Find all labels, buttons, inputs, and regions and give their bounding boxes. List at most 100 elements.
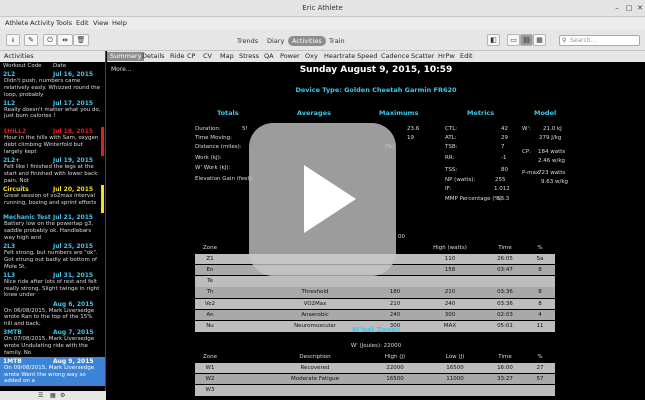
activity-list-item[interactable]: Mechanic Test Jul 21, 2015 Battery low on … [0,213,105,242]
close-icon[interactable]: ✕ [635,3,645,13]
activity-notes: Great session of vo2max interval running… [4,192,97,206]
sidebar-toggle-button[interactable]: ◧ [487,34,500,46]
model-value: 184 watts [538,149,566,155]
activity-list-item[interactable]: 2L2 Jul 16, 2015 Didn't push, numbers came… [0,70,105,99]
split-button[interactable]: ⇹ [57,34,73,46]
col-date[interactable]: Date [53,62,66,70]
model-label: CP: [522,149,532,155]
activity-list-item[interactable]: 2L3 Jul 25, 2015 Felt strong, but numbers … [0,242,105,271]
activity-color-bar [101,184,104,214]
download-button[interactable]: ⭳ [6,34,20,46]
maximums-heading: Maximums [379,109,419,117]
activity-list-item[interactable]: 1HILL2 Jul 18, 2015 Hour in the hills with… [0,127,105,157]
search-input[interactable]: ⚲ Search... [559,35,640,46]
col-time: Time [498,245,512,251]
menu-edit[interactable]: Edit [76,19,89,27]
activity-list-item[interactable]: 1MTB Aug 9, 2015 On 09/08/2015, Mark Liver… [0,356,105,386]
totals-label: Distance (miles): [195,144,242,150]
tab-oxy[interactable]: Oxy [305,52,318,61]
model-value: 9.63 w/kg [541,179,569,185]
activity-date: Aug 6, 2015 [53,300,94,308]
activity-list-item[interactable]: 3MTB Aug 7, 2015 On 07/08/2015, Mark Liver… [0,328,105,357]
zone-cell-low: 240 [389,311,401,318]
tab-details[interactable]: Details [142,52,165,61]
col-low-j: Low (J) [445,354,465,360]
metric-label: IF: [445,186,452,192]
tab-summary[interactable]: Summary [107,52,145,61]
activity-list-item[interactable]: Circuits Jul 20, 2015 Great session of vo2… [0,184,105,214]
tab-layout-button[interactable]: ▤ [520,34,533,46]
tab-speed[interactable]: Speed [357,52,377,61]
device-type: Device Type: Golden Cheetah Garmin FR620 [295,86,457,94]
tab-map[interactable]: Map [220,52,234,61]
activity-workout-code: Circuits [3,185,29,193]
tab-cp[interactable]: CP [187,52,195,61]
toolbar: ⭳ ✎ ⏻ ⇹ 🗑 Trends Diary Activities Train … [0,29,645,51]
model-heading: Model [534,109,557,117]
maximize-icon[interactable]: □ [624,3,634,13]
metric-value: 53.3 [497,196,510,202]
activity-list-item[interactable]: 1L2 Jul 17, 2015 Really doesn't matter wha… [0,99,105,128]
view-tab-activities[interactable]: Activities [288,36,326,46]
minimize-icon[interactable]: – [612,3,622,13]
averages-heading: Averages [297,109,331,117]
activity-date: Jul 16, 2015 [53,71,94,78]
menu-activity[interactable]: Activity [30,19,54,27]
activity-notes: Really doesn't matter what you do, just … [4,106,101,120]
zone-cell-high: 158 [444,266,456,273]
metrics-heading: Metrics [467,109,495,117]
tab-cv[interactable]: CV [203,52,212,61]
totals-label: W' Work (kJ): [195,165,231,171]
col-zone: Zone [202,354,217,360]
activity-workout-code: 1L3 [3,271,16,279]
activity-list-item[interactable]: 2L2+ Jul 19, 2015 Felt like I finished the… [0,156,105,185]
import-button[interactable]: ✎ [24,34,38,46]
tab-qa[interactable]: QA [264,52,274,61]
tab-hrpw[interactable]: HrPw [438,52,455,61]
menu-view[interactable]: View [93,19,108,27]
zone-cell-zone: Te [207,278,213,285]
activity-workout-code: 2L3 [3,243,16,251]
activity-workout-code: 1L2 [3,99,16,107]
view-tab-diary[interactable]: Diary [267,36,284,46]
wbal-w-prime: W' (Joules): 22000 [350,343,402,349]
model-label: W': [522,126,531,132]
zone-cell-zone: Z1 [206,255,214,262]
delete-button[interactable]: 🗑 [73,34,89,46]
view-tab-trends[interactable]: Trends [237,36,258,46]
tab-stress[interactable]: Stress [239,52,259,61]
layout-icon: ▭ [510,36,517,44]
power-button[interactable]: ⏻ [43,34,57,46]
menu-tools[interactable]: Tools [56,19,72,27]
settings-icon[interactable]: ⚙ [60,392,65,399]
zone-row: Vo2 VO2Max 210 240 03:36 8 [195,298,555,310]
col-high: High (watts) [433,245,467,251]
wbal-zones-heading: W'bal Zones [351,326,401,334]
activity-list-item[interactable]: 1L3 Jul 31, 2015 Nice ride after lots of r… [0,271,105,300]
wbal-zones-header: Zone Description High (J) Low (J) Time % [195,352,555,363]
zone-cell-zone: Th [206,289,214,296]
tabs-icon: ▤ [523,36,530,44]
view-tab-train[interactable]: Train [329,36,345,46]
list-icon[interactable]: ☰ [38,392,43,399]
tiles-icon: ▦ [536,36,543,44]
zone-cell-time: 33:27 [497,375,513,382]
tab-ride[interactable]: Ride [170,52,184,61]
calendar-icon[interactable]: ▦ [50,392,56,399]
col-workout-code[interactable]: Workout Code [3,62,42,70]
activity-list-item[interactable]: Aug 6, 2015 On 06/08/2015, Mark Liversedg… [0,300,105,329]
tile-layout-button[interactable]: ▦ [533,34,546,46]
activity-color-bar [101,127,104,157]
menu-help[interactable]: Help [112,19,127,27]
tab-heartrate[interactable]: Heartrate [324,52,355,61]
tab-cadence[interactable]: Cadence [381,52,409,61]
layout-button[interactable]: ▭ [507,34,520,46]
tab-edit[interactable]: Edit [460,52,473,61]
zone-cell-pct: 4 [538,311,542,318]
menu-athlete[interactable]: Athlete [5,19,28,27]
download-icon: ⭳ [11,36,15,44]
play-button[interactable] [249,123,396,276]
tab-power[interactable]: Power [280,52,300,61]
tab-scatter[interactable]: Scatter [411,52,434,61]
maximums-value: 19 [407,135,414,141]
